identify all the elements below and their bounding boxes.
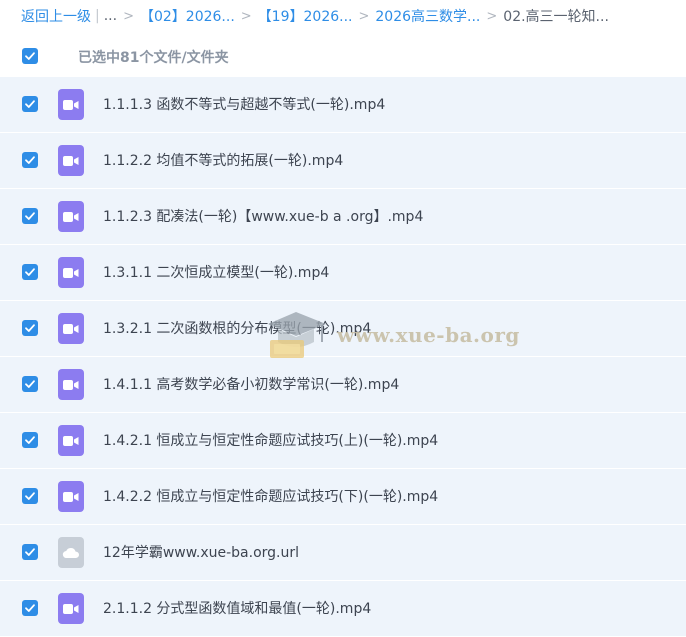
file-row[interactable]: 12年学霸www.xue-ba.org.url [0,525,686,581]
checkmark-icon [25,100,35,108]
checkmark-icon [25,212,35,220]
crumb-item-3[interactable]: 2026高三数学... [375,6,480,26]
video-file-icon [58,481,84,512]
row-checkbox[interactable] [22,320,38,336]
selection-bar: 已选中81个文件/文件夹 [0,35,686,77]
file-list: 1.1.1.3 函数不等式与超越不等式(一轮).mp4 1.1.2.2 均值不等… [0,77,686,637]
checkmark-icon [25,436,35,444]
row-checkbox[interactable] [22,96,38,112]
file-name[interactable]: 1.1.1.3 函数不等式与超越不等式(一轮).mp4 [103,94,385,114]
row-checkbox[interactable] [22,376,38,392]
checkmark-icon [25,492,35,500]
video-file-icon [58,257,84,288]
file-row[interactable]: 1.4.1.1 高考数学必备小初数学常识(一轮).mp4 [0,357,686,413]
file-name[interactable]: 1.1.2.3 配凑法(一轮)【www.xue-b a .org】.mp4 [103,206,423,226]
checkmark-icon [25,604,35,612]
breadcrumb: 返回上一级 | ... > 【02】2026... > 【19】2026... … [0,0,686,32]
checkmark-icon [25,52,35,60]
video-file-icon [58,593,84,624]
file-name[interactable]: 1.4.1.1 高考数学必备小初数学常识(一轮).mp4 [103,374,399,394]
row-checkbox[interactable] [22,208,38,224]
chevron-right-icon: > [358,8,370,24]
video-file-icon [58,369,84,400]
crumb-pipe: | [95,8,100,24]
file-name[interactable]: 12年学霸www.xue-ba.org.url [103,542,299,562]
file-name[interactable]: 1.4.2.1 恒成立与恒定性命题应试技巧(上)(一轮).mp4 [103,430,438,450]
file-row[interactable]: 1.3.2.1 二次函数根的分布模型(一轮).mp4 [0,301,686,357]
select-all-checkbox[interactable] [22,48,38,64]
file-row[interactable]: 1.1.2.3 配凑法(一轮)【www.xue-b a .org】.mp4 [0,189,686,245]
file-row[interactable]: 1.4.2.1 恒成立与恒定性命题应试技巧(上)(一轮).mp4 [0,413,686,469]
row-checkbox[interactable] [22,264,38,280]
chevron-right-icon: > [123,8,134,24]
row-checkbox[interactable] [22,600,38,616]
back-link[interactable]: 返回上一级 [21,6,91,26]
selection-summary: 已选中81个文件/文件夹 [78,50,229,66]
crumb-ellipsis[interactable]: ... [104,8,117,24]
file-name[interactable]: 1.4.2.2 恒成立与恒定性命题应试技巧(下)(一轮).mp4 [103,486,438,506]
chevron-right-icon: > [486,8,498,24]
video-file-icon [58,145,84,176]
chevron-right-icon: > [240,8,252,24]
video-file-icon [58,201,84,232]
file-row[interactable]: 1.4.2.2 恒成立与恒定性命题应试技巧(下)(一轮).mp4 [0,469,686,525]
row-checkbox[interactable] [22,488,38,504]
cloud-link-file-icon [58,537,84,568]
file-name[interactable]: 2.1.1.2 分式型函数值域和最值(一轮).mp4 [103,598,371,618]
file-name[interactable]: 1.3.2.1 二次函数根的分布模型(一轮).mp4 [103,318,371,338]
file-name[interactable]: 1.1.2.2 均值不等式的拓展(一轮).mp4 [103,150,343,170]
checkmark-icon [25,156,35,164]
file-name[interactable]: 1.3.1.1 二次恒成立模型(一轮).mp4 [103,262,329,282]
row-checkbox[interactable] [22,152,38,168]
file-row[interactable]: 1.3.1.1 二次恒成立模型(一轮).mp4 [0,245,686,301]
file-row[interactable]: 1.1.1.3 函数不等式与超越不等式(一轮).mp4 [0,77,686,133]
video-file-icon [58,89,84,120]
row-checkbox[interactable] [22,544,38,560]
file-row[interactable]: 1.1.2.2 均值不等式的拓展(一轮).mp4 [0,133,686,189]
crumb-current: 02.高三一轮知... [503,9,609,25]
video-file-icon [58,313,84,344]
crumb-item-1[interactable]: 【02】2026... [140,6,235,26]
row-checkbox[interactable] [22,432,38,448]
checkmark-icon [25,380,35,388]
video-file-icon [58,425,84,456]
checkmark-icon [25,268,35,276]
crumb-item-2[interactable]: 【19】2026... [258,6,353,26]
file-row[interactable]: 2.1.1.2 分式型函数值域和最值(一轮).mp4 [0,581,686,637]
checkmark-icon [25,324,35,332]
checkmark-icon [25,548,35,556]
